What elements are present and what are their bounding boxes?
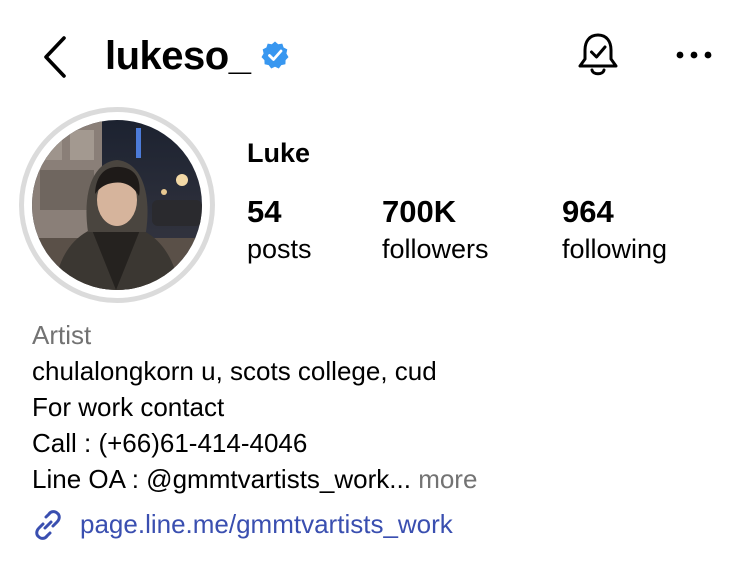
- bio-link[interactable]: page.line.me/gmmtvartists_work: [80, 506, 453, 542]
- link-icon: [31, 508, 65, 542]
- verified-badge-icon: [260, 40, 290, 70]
- posts-stat[interactable]: 54 posts: [247, 193, 312, 266]
- following-count: 964: [562, 194, 614, 229]
- chevron-left-icon: [44, 36, 66, 78]
- more-horizontal-icon: [676, 51, 712, 59]
- bio-line: For work contact: [32, 392, 225, 422]
- bio-line-last: Line OA : @gmmtvartists_work... more: [32, 462, 477, 496]
- posts-count: 54: [247, 194, 282, 229]
- followers-label: followers: [382, 234, 489, 264]
- display-name: Luke: [247, 138, 311, 168]
- avatar[interactable]: [32, 120, 202, 290]
- bio-line: chulalongkorn u, scots college, cud: [32, 356, 437, 386]
- bell-check-icon: [578, 33, 618, 76]
- bio-line: Call : (+66)61-414-4046: [32, 428, 308, 458]
- followers-stat[interactable]: 700K followers: [382, 193, 489, 266]
- back-button[interactable]: [36, 32, 76, 82]
- profile-category: Artist: [32, 320, 92, 350]
- profile-username: lukeso_: [105, 34, 251, 78]
- notifications-button[interactable]: [574, 30, 622, 82]
- more-options-button[interactable]: [672, 40, 716, 70]
- profile-photo: [32, 120, 202, 290]
- bio-line-text: Line OA : @gmmtvartists_work...: [32, 464, 411, 494]
- followers-count: 700K: [382, 194, 457, 229]
- following-stat[interactable]: 964 following: [562, 193, 667, 266]
- following-label: following: [562, 234, 668, 264]
- bio-more-button[interactable]: more: [418, 464, 477, 494]
- posts-label: posts: [247, 234, 312, 264]
